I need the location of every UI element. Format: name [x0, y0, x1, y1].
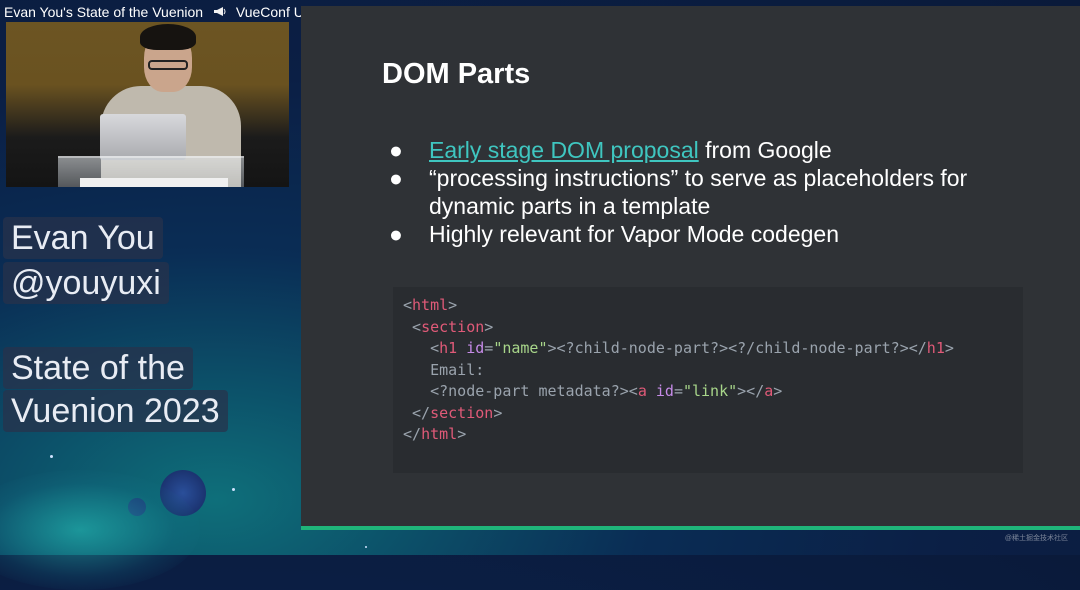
- code-token: "link": [682, 382, 738, 400]
- code-token: </: [908, 339, 927, 357]
- speaker-hair: [140, 24, 196, 50]
- code-token: <: [412, 317, 422, 336]
- code-token: id: [466, 339, 485, 357]
- decorative-star: [365, 546, 367, 548]
- code-block: <html> <section> <h1 id="name"><?child-n…: [393, 287, 1023, 473]
- code-token: h1: [926, 339, 945, 357]
- slide-title: DOM Parts: [382, 58, 531, 90]
- decorative-star: [50, 455, 53, 458]
- talk-title-line1: State of the: [3, 347, 193, 389]
- code-token: >: [448, 296, 458, 314]
- code-token: ></: [737, 382, 765, 400]
- code-token: >: [773, 382, 783, 400]
- code-token: =: [673, 382, 683, 400]
- speaker-glasses: [148, 60, 188, 70]
- code-token: =: [484, 339, 494, 357]
- bullet-dot: ●: [389, 165, 403, 191]
- speaker-handle: @youyuxi: [3, 262, 169, 304]
- code-token: <: [430, 339, 440, 357]
- presentation-slide: DOM Parts ● Early stage DOM proposal fro…: [301, 6, 1080, 526]
- code-line: <?node-part metadata?><a id="link"></a>: [403, 381, 1023, 403]
- code-token: h1: [439, 339, 458, 357]
- dom-proposal-link[interactable]: Early stage DOM proposal: [429, 137, 699, 163]
- code-token: Email:: [403, 360, 485, 379]
- code-line: <html>: [403, 295, 1023, 317]
- code-token: a: [764, 382, 774, 400]
- megaphone-icon: [213, 4, 226, 22]
- code-token: html: [412, 296, 449, 314]
- code-token: >: [944, 339, 954, 357]
- code-token: html: [421, 425, 458, 443]
- code-line: <h1 id="name"><?child-node-part?><?/chil…: [403, 338, 1023, 360]
- code-token: <?node-part metadata?>: [403, 382, 629, 400]
- bullet-item: ● “processing instructions” to serve as …: [389, 164, 1049, 220]
- code-token: <: [403, 296, 413, 314]
- bullet-text: Highly relevant for Vapor Mode codegen: [429, 221, 839, 247]
- talk-title-line2: Vuenion 2023: [3, 390, 228, 432]
- code-token: >: [493, 403, 503, 422]
- bullet-item: ● Highly relevant for Vapor Mode codegen: [389, 220, 1049, 248]
- code-token: section: [430, 403, 494, 422]
- code-line: </section>: [403, 403, 1023, 425]
- bullet-dot: ●: [389, 137, 403, 163]
- code-line: Email:: [403, 360, 1023, 382]
- code-token: >: [547, 339, 557, 357]
- code-line: </html>: [403, 424, 1023, 446]
- video-title-text: Evan You's State of the Vuenion: [4, 4, 204, 20]
- code-token: a: [637, 382, 647, 400]
- speaker-camera-feed: [6, 22, 289, 187]
- code-line: <section>: [403, 317, 1023, 339]
- watermark: @稀土掘金技术社区: [1004, 535, 1068, 542]
- code-token: id: [655, 382, 674, 400]
- code-token: </: [403, 425, 422, 443]
- bullet-text: from Google: [698, 137, 832, 163]
- speaker-name: Evan You: [3, 217, 163, 259]
- code-token: "name": [493, 339, 548, 357]
- code-token: <: [628, 382, 638, 400]
- code-token: <?child-node-part?><?/child-node-part?>: [556, 339, 909, 357]
- bullet-item: ● Early stage DOM proposal from Google: [389, 136, 1049, 164]
- code-token: >: [457, 425, 467, 443]
- code-token: section: [421, 317, 485, 336]
- code-token: >: [484, 317, 494, 336]
- video-progress-bar[interactable]: [301, 526, 1080, 530]
- decorative-star: [232, 488, 235, 491]
- bullet-list: ● Early stage DOM proposal from Google ●…: [389, 136, 1049, 248]
- bullet-text: “processing instructions” to serve as pl…: [429, 165, 968, 219]
- video-title: Evan You's State of the Vuenion VueConf …: [4, 3, 348, 21]
- lectern-base: [80, 178, 228, 187]
- bullet-dot: ●: [389, 221, 403, 247]
- code-token: </: [412, 403, 431, 422]
- laptop: [100, 114, 186, 160]
- video-progress-fill: [301, 526, 1080, 530]
